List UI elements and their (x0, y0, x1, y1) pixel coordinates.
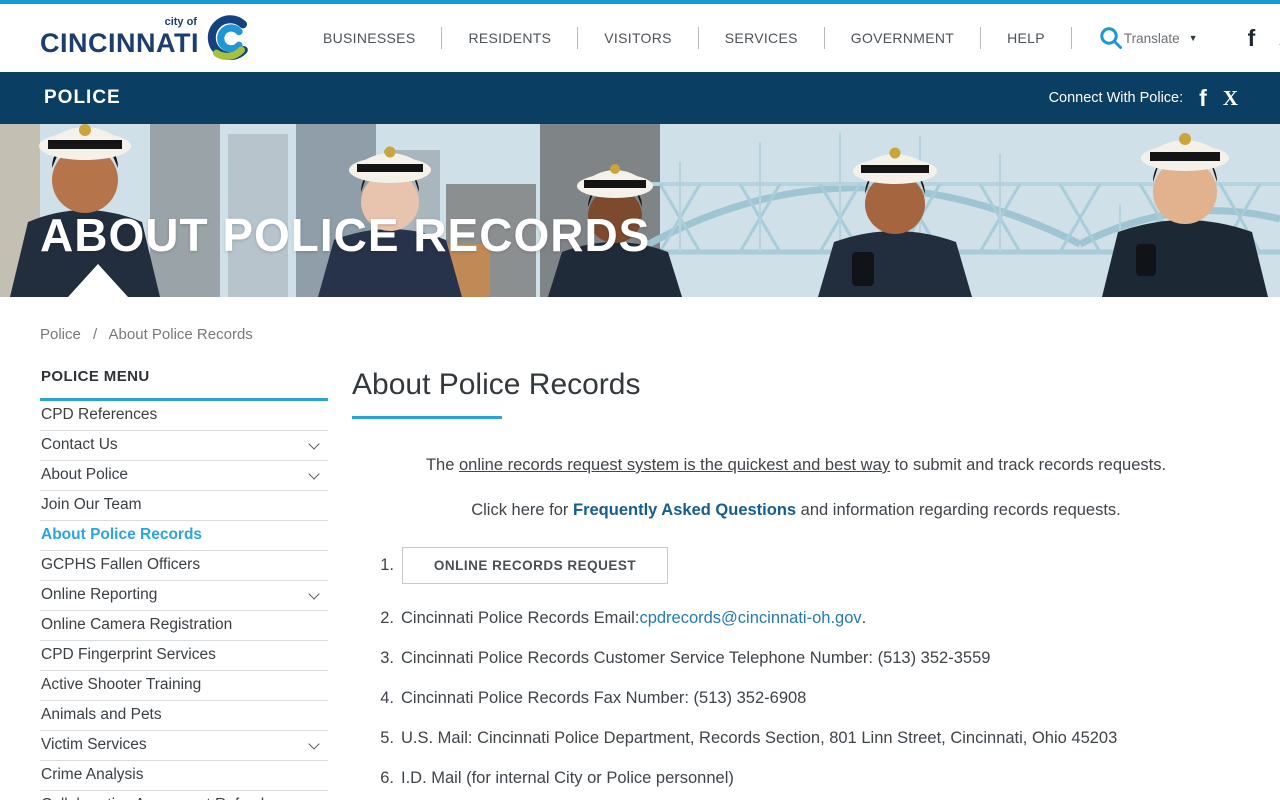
list-item-text: U.S. Mail: Cincinnati Police Department,… (401, 729, 1117, 748)
facebook-icon[interactable]: f (1248, 27, 1256, 50)
sidebar-item-online-camera-registration[interactable]: Online Camera Registration (40, 611, 328, 641)
sidebar-item-active-shooter-training[interactable]: Active Shooter Training (40, 671, 328, 701)
sidebar-item-gcphs-fallen-officers[interactable]: GCPHS Fallen Officers (40, 551, 328, 581)
records-list-item-1: 1. ONLINE RECORDS REQUEST (376, 547, 1240, 584)
sidebar-item-label: Online Reporting (41, 586, 157, 604)
page-title: About Police Records (352, 368, 1240, 402)
logo-cityof-text: city of (165, 16, 197, 28)
records-list-item-3: 3. Cincinnati Police Records Customer Ser… (376, 649, 1240, 668)
facebook-icon[interactable]: f (1199, 87, 1207, 110)
sidebar-item-label: Crime Analysis (41, 766, 144, 784)
nav-item-services[interactable]: SERVICES (699, 27, 825, 49)
records-list-item-2: 2. Cincinnati Police Records Email: cpdre… (376, 609, 1240, 628)
connect-with-police: Connect With Police: f X (1049, 87, 1238, 110)
sidebar-item-cpd-references[interactable]: CPD References (40, 401, 328, 431)
breadcrumb-police[interactable]: Police (40, 326, 81, 343)
records-options-list: 1. ONLINE RECORDS REQUEST 2. Cincinnati Pol… (376, 547, 1240, 788)
list-number: 6. (376, 769, 394, 788)
sidebar-item-online-reporting[interactable]: Online Reporting (40, 581, 328, 611)
chevron-down-icon (308, 468, 319, 479)
logo-name-text: CINCINNATI (40, 28, 199, 58)
chevron-down-icon (308, 588, 319, 599)
sidebar-title: POLICE MENU (40, 364, 328, 401)
sidebar-item-label: Online Camera Registration (41, 616, 232, 634)
records-list-item-6: 6. I.D. Mail (for internal City or Police… (376, 769, 1240, 788)
content-area: POLICE MENU CPD References Contact Us Abou… (0, 364, 1280, 800)
sidebar-item-join-our-team[interactable]: Join Our Team (40, 491, 328, 521)
sidebar-item-label: Join Our Team (41, 496, 142, 514)
nav-item-businesses[interactable]: BUSINESSES (297, 27, 442, 49)
cincinnati-c-swirl-icon (203, 14, 251, 62)
list-item-text: I.D. Mail (for internal City or Police p… (401, 769, 734, 788)
sidebar-item-about-police-records[interactable]: About Police Records (40, 521, 328, 551)
hero-notch (68, 264, 128, 297)
chevron-down-icon (308, 738, 319, 749)
city-header: city of CINCINNATI BUSINESSESRESIDENTSVI… (0, 4, 1280, 72)
police-bar-title[interactable]: POLICE (44, 87, 121, 109)
main-content: About Police Records The online records … (328, 364, 1240, 800)
sidebar-item-about-police[interactable]: About Police (40, 461, 328, 491)
sidebar-item-label: Contact Us (41, 436, 118, 454)
sidebar-item-label: GCPHS Fallen Officers (41, 556, 200, 574)
list-number: 1. (376, 556, 394, 575)
sidebar-item-label: CPD References (41, 406, 157, 424)
sidebar-item-label: CPD Fingerprint Services (41, 646, 216, 664)
nav-item-visitors[interactable]: VISITORS (578, 27, 699, 49)
translate-label: Translate (1124, 31, 1180, 46)
email-link[interactable]: cpdrecords@cincinnati-oh.gov (639, 609, 861, 628)
sidebar-item-label: Animals and Pets (41, 706, 162, 724)
hero-banner: ABOUT POLICE RECORDS (0, 124, 1280, 297)
breadcrumb: Police / About Police Records (0, 297, 1280, 343)
sidebar-item-crime-analysis[interactable]: Crime Analysis (40, 761, 328, 791)
police-menu-sidebar: POLICE MENU CPD References Contact Us Abou… (40, 364, 328, 800)
list-item-text: Cincinnati Police Records Email: (401, 609, 639, 628)
heading-accent-rule (352, 416, 502, 419)
sidebar-item-label: Collaborative Agreement Refresh (41, 796, 269, 800)
connect-label: Connect With Police: (1049, 90, 1184, 106)
sidebar-item-contact-us[interactable]: Contact Us (40, 431, 328, 461)
records-list-item-5: 5. U.S. Mail: Cincinnati Police Departmen… (376, 729, 1240, 748)
cincinnati-logo[interactable]: city of CINCINNATI (40, 14, 251, 62)
sidebar-item-label: Active Shooter Training (41, 676, 201, 694)
list-number: 4. (376, 689, 394, 708)
faq-link[interactable]: Frequently Asked Questions (573, 501, 796, 519)
sidebar-item-label: About Police Records (41, 526, 202, 544)
intro-paragraphs: The online records request system is the… (352, 456, 1240, 520)
list-number: 5. (376, 729, 394, 748)
nav-item-government[interactable]: GOVERNMENT (825, 27, 981, 49)
header-right: Translate ▼ fXin (1124, 27, 1280, 50)
sidebar-item-victim-services[interactable]: Victim Services (40, 731, 328, 761)
main-nav: BUSINESSESRESIDENTSVISITORSSERVICESGOVER… (297, 27, 1072, 49)
header-social-icons: fXin (1224, 27, 1280, 50)
sidebar-item-cpd-fingerprint-services[interactable]: CPD Fingerprint Services (40, 641, 328, 671)
hero-page-title: ABOUT POLICE RECORDS (40, 208, 650, 262)
list-number: 2. (376, 609, 394, 628)
chevron-down-icon (308, 438, 319, 449)
list-number: 3. (376, 649, 394, 668)
breadcrumb-current: About Police Records (109, 326, 253, 343)
sidebar-item-animals-and-pets[interactable]: Animals and Pets (40, 701, 328, 731)
caret-down-icon: ▼ (1189, 33, 1198, 43)
nav-item-help[interactable]: HELP (981, 27, 1072, 49)
x-twitter-icon[interactable]: X (1223, 88, 1238, 109)
intro-paragraph-1: The online records request system is the… (352, 456, 1240, 475)
online-records-system-link[interactable]: online records request system is the qui… (459, 456, 890, 474)
online-records-request-button[interactable]: ONLINE RECORDS REQUEST (402, 547, 668, 584)
intro-paragraph-2: Click here for Frequently Asked Question… (352, 501, 1240, 520)
sidebar-item-label: About Police (41, 466, 128, 484)
list-item-suffix: . (862, 609, 867, 628)
sidebar-item-collaborative-agreement-refresh[interactable]: Collaborative Agreement Refresh (40, 791, 328, 800)
breadcrumb-separator: / (93, 326, 97, 343)
list-item-text: Cincinnati Police Records Fax Number: (5… (401, 689, 806, 708)
records-list-item-4: 4. Cincinnati Police Records Fax Number: … (376, 689, 1240, 708)
nav-item-residents[interactable]: RESIDENTS (442, 27, 578, 49)
sidebar-item-label: Victim Services (41, 736, 147, 754)
search-button[interactable] (1072, 25, 1124, 51)
search-icon (1098, 25, 1124, 51)
police-department-bar: POLICE Connect With Police: f X (0, 72, 1280, 124)
list-item-text: Cincinnati Police Records Customer Servi… (401, 649, 990, 668)
translate-dropdown[interactable]: Translate ▼ (1124, 31, 1198, 46)
